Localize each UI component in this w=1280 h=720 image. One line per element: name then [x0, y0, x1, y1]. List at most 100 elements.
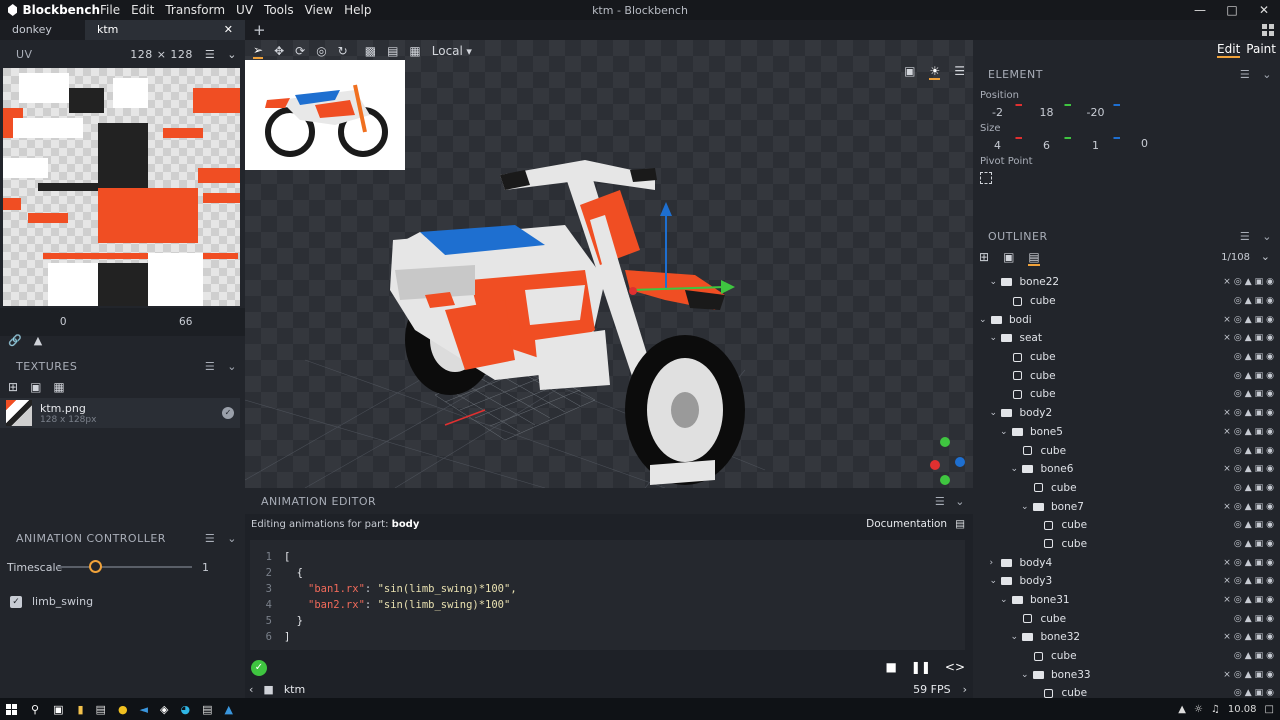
lock-icon[interactable]: ▣: [1255, 539, 1264, 549]
visibility-icon[interactable]: ◉: [1266, 670, 1274, 680]
shade-icon[interactable]: ▲: [1245, 670, 1252, 680]
export-toggle-icon[interactable]: ◎: [1234, 352, 1242, 362]
menu-file[interactable]: File: [100, 3, 120, 17]
chevron-down-icon[interactable]: ⌄: [227, 48, 237, 61]
export-toggle-icon[interactable]: ◎: [1234, 296, 1242, 306]
outliner-cube-row[interactable]: cube ◎ ▲ ▣ ◉: [973, 516, 1280, 535]
menu-tools[interactable]: Tools: [264, 3, 294, 17]
outliner-group-row[interactable]: ⌄ body3 ⨯ ◎ ▲ ▣ ◉: [973, 572, 1280, 591]
lock-icon[interactable]: ▣: [1255, 464, 1264, 474]
timescale-slider[interactable]: [57, 560, 192, 573]
transform-space-select[interactable]: Local ▾: [432, 44, 472, 58]
export-toggle-icon[interactable]: ◎: [1234, 389, 1242, 399]
minimize-icon[interactable]: —: [1184, 0, 1216, 20]
new-tab-icon[interactable]: +: [245, 20, 274, 40]
lock-icon[interactable]: ▣: [1255, 277, 1264, 287]
uv-lock-icon[interactable]: ⨯: [1223, 408, 1231, 418]
export-toggle-icon[interactable]: ◎: [1234, 520, 1242, 530]
sun-icon[interactable]: ☀: [929, 64, 941, 80]
shade-icon[interactable]: ▲: [1245, 352, 1252, 362]
screenshot-icon[interactable]: ▤: [387, 44, 398, 58]
outliner-group-row[interactable]: ⌄ bone6 ⨯ ◎ ▲ ▣ ◉: [973, 460, 1280, 479]
file-explorer-icon[interactable]: ▮: [77, 703, 83, 716]
outliner-group-row[interactable]: ⌄ seat ⨯ ◎ ▲ ▣ ◉: [973, 329, 1280, 348]
texture-item[interactable]: ktm.png 128 x 128px ✓: [0, 398, 240, 428]
uv-lock-icon[interactable]: ⨯: [1223, 670, 1231, 680]
add-texture-icon[interactable]: ⊞: [8, 380, 18, 394]
shade-icon[interactable]: ▲: [1245, 595, 1252, 605]
uv-lock-icon[interactable]: ⨯: [1223, 595, 1231, 605]
export-toggle-icon[interactable]: ◎: [1234, 670, 1242, 680]
visibility-icon[interactable]: ◉: [1266, 427, 1274, 437]
3d-viewport[interactable]: ▣ ☀ ☰: [245, 40, 973, 488]
chevron-down-icon[interactable]: ⌄: [1000, 595, 1010, 605]
panel-menu-icon[interactable]: ☰: [1240, 68, 1250, 81]
uv-lock-icon[interactable]: ⨯: [1223, 427, 1231, 437]
pivot-center-icon[interactable]: [980, 172, 992, 184]
tray-icon[interactable]: ▲: [1178, 704, 1186, 715]
chevron-down-icon[interactable]: ⌄: [1021, 670, 1031, 680]
shade-icon[interactable]: ▲: [1245, 614, 1252, 624]
shade-icon[interactable]: ▲: [1245, 651, 1252, 661]
chevron-left-icon[interactable]: ‹: [249, 683, 253, 696]
app-icon[interactable]: ▤: [202, 703, 212, 716]
shade-icon[interactable]: ▲: [1245, 539, 1252, 549]
visibility-icon[interactable]: ◉: [1266, 651, 1274, 661]
store-icon[interactable]: ▤: [96, 703, 106, 716]
visibility-icon[interactable]: ◉: [1266, 352, 1274, 362]
lock-icon[interactable]: ▣: [1255, 688, 1264, 698]
timescale-slider-handle[interactable]: [89, 560, 102, 573]
lock-icon[interactable]: ▣: [1255, 427, 1264, 437]
uv-lock-icon[interactable]: ⨯: [1223, 576, 1231, 586]
panel-menu-icon[interactable]: ☰: [935, 495, 945, 508]
position-x-input[interactable]: -2: [973, 104, 1022, 119]
check-circle-icon[interactable]: ✓: [222, 407, 234, 419]
uv-coord-x[interactable]: 0: [0, 316, 126, 328]
outliner-group-row[interactable]: ⌄ bone7 ⨯ ◎ ▲ ▣ ◉: [973, 497, 1280, 516]
visibility-icon[interactable]: ◉: [1266, 389, 1274, 399]
shade-icon[interactable]: ▲: [1245, 688, 1252, 698]
menu-help[interactable]: Help: [344, 3, 371, 17]
export-toggle-icon[interactable]: ◎: [1234, 539, 1242, 549]
outliner-cube-row[interactable]: cube ◎ ▲ ▣ ◉: [973, 609, 1280, 628]
uv-lock-icon[interactable]: ⨯: [1223, 315, 1231, 325]
shade-icon[interactable]: ▲: [1245, 427, 1252, 437]
add-cube-icon[interactable]: ⊞: [979, 250, 989, 266]
uv-lock-icon[interactable]: ⨯: [1223, 277, 1231, 287]
uv-editor-canvas[interactable]: [3, 68, 240, 306]
lock-icon[interactable]: ▣: [1255, 632, 1264, 642]
close-window-icon[interactable]: ✕: [1248, 0, 1280, 20]
notification-icon[interactable]: □: [1265, 704, 1274, 715]
export-toggle-icon[interactable]: ◎: [1234, 333, 1242, 343]
size-z-input[interactable]: 1: [1071, 137, 1120, 152]
chevron-down-icon[interactable]: ⌄: [227, 532, 237, 545]
clock[interactable]: 10.08: [1228, 704, 1257, 715]
app-icon[interactable]: ▲: [225, 703, 233, 716]
export-toggle-icon[interactable]: ◎: [1234, 277, 1242, 287]
timescale-value[interactable]: 1: [202, 561, 209, 574]
move-tool-icon[interactable]: ➢: [253, 43, 264, 59]
export-toggle-icon[interactable]: ◎: [1234, 483, 1242, 493]
link-icon[interactable]: 🔗: [8, 334, 22, 347]
lock-icon[interactable]: ▣: [1255, 483, 1264, 493]
outliner-group-row[interactable]: ⌄ bone5 ⨯ ◎ ▲ ▣ ◉: [973, 423, 1280, 442]
vertex-snap-icon[interactable]: ↻: [338, 44, 348, 58]
add-group-icon[interactable]: ▣: [1003, 250, 1014, 266]
outliner-cube-row[interactable]: cube ◎ ▲ ▣ ◉: [973, 348, 1280, 367]
paint-mode-tab[interactable]: Paint: [1246, 42, 1276, 58]
visibility-icon[interactable]: ◉: [1266, 333, 1274, 343]
chevron-right-icon[interactable]: ›: [963, 683, 967, 696]
edge-icon[interactable]: ◕: [180, 703, 190, 716]
tab-ktm[interactable]: ktm ✕: [85, 20, 245, 40]
menu-view[interactable]: View: [305, 3, 333, 17]
uv-lock-icon[interactable]: ⨯: [1223, 333, 1231, 343]
export-toggle-icon[interactable]: ◎: [1234, 614, 1242, 624]
shade-icon[interactable]: ▲: [1245, 483, 1252, 493]
outliner-group-row[interactable]: ⌄ bone31 ⨯ ◎ ▲ ▣ ◉: [973, 591, 1280, 610]
outliner-group-row[interactable]: ⌄ bone22 ⨯ ◎ ▲ ▣ ◉: [973, 273, 1280, 292]
pause-icon[interactable]: ❚❚: [911, 660, 931, 674]
visibility-icon[interactable]: ◉: [1266, 520, 1274, 530]
outliner-group-row[interactable]: ⌄ bone32 ⨯ ◎ ▲ ▣ ◉: [973, 628, 1280, 647]
shade-icon[interactable]: ▲: [1245, 464, 1252, 474]
lock-icon[interactable]: ▣: [1255, 446, 1264, 456]
